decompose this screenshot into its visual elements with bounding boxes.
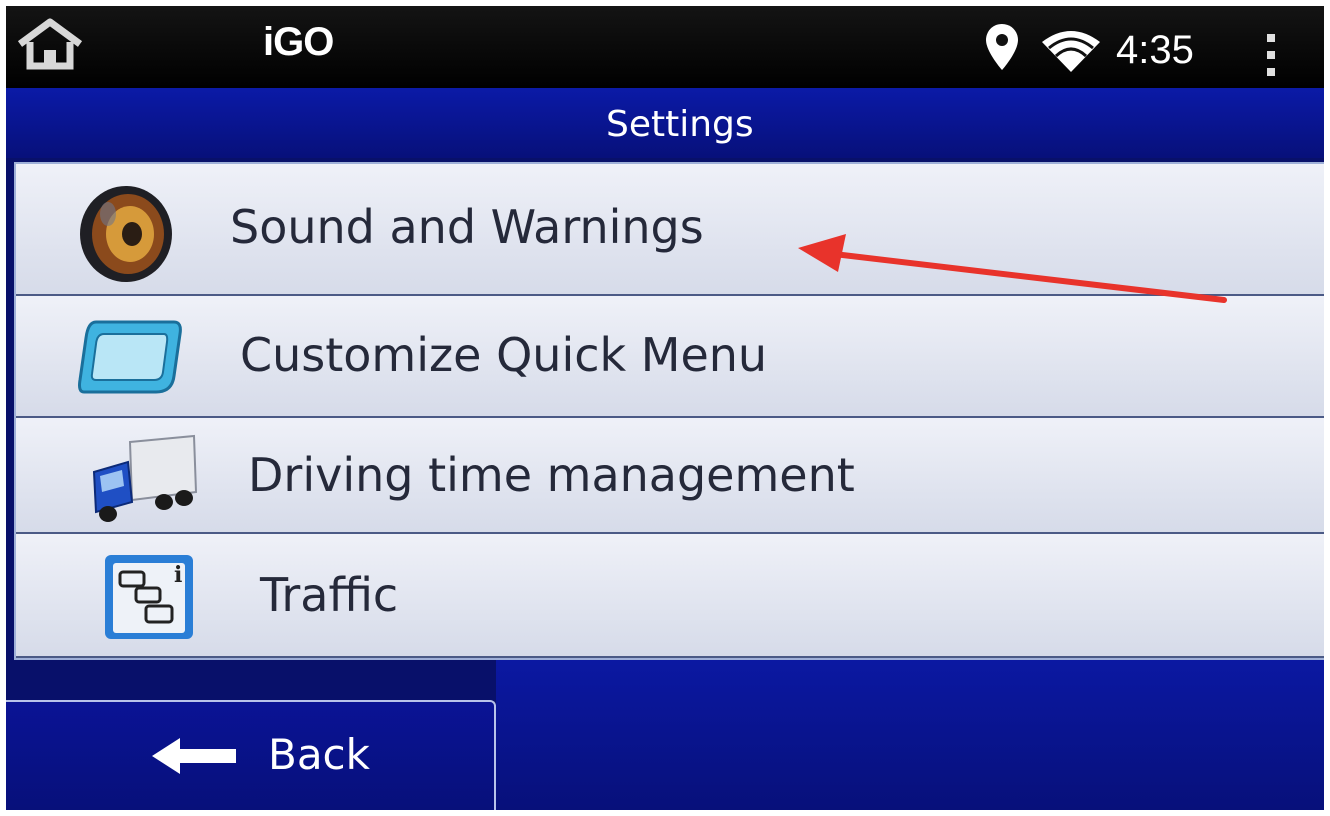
igo-settings-screen: iGO 4:35 Settings Sound and Warnings Cus… [6, 6, 1324, 810]
truck-icon [92, 434, 198, 522]
menu-item-driving-time-management[interactable]: Driving time management [16, 418, 1324, 534]
menu-item-label: Traffic [260, 568, 399, 622]
overflow-menu-icon[interactable] [1262, 32, 1280, 78]
status-clock: 4:35 [1116, 28, 1194, 72]
annotation-arrow-icon [798, 234, 1227, 303]
home-icon[interactable] [14, 18, 86, 70]
back-label: Back [268, 730, 370, 779]
page-title: Settings [606, 104, 754, 145]
footer-background [496, 660, 1324, 810]
quick-menu-icon [78, 320, 182, 394]
location-icon [986, 24, 1018, 70]
menu-item-label: Sound and Warnings [230, 200, 704, 254]
settings-header: Settings [6, 88, 1324, 158]
svg-text:i: i [174, 562, 182, 588]
menu-item-label: Driving time management [248, 448, 855, 502]
menu-item-label: Customize Quick Menu [240, 328, 768, 382]
status-bar: iGO 4:35 [6, 6, 1324, 88]
wifi-icon [1042, 31, 1100, 72]
menu-item-traffic[interactable]: i Traffic [16, 534, 1324, 658]
back-button[interactable]: Back [6, 700, 496, 810]
app-title: iGO [263, 20, 334, 64]
speaker-icon [80, 186, 172, 282]
arrow-left-icon [152, 738, 236, 774]
traffic-icon: i [105, 555, 193, 639]
